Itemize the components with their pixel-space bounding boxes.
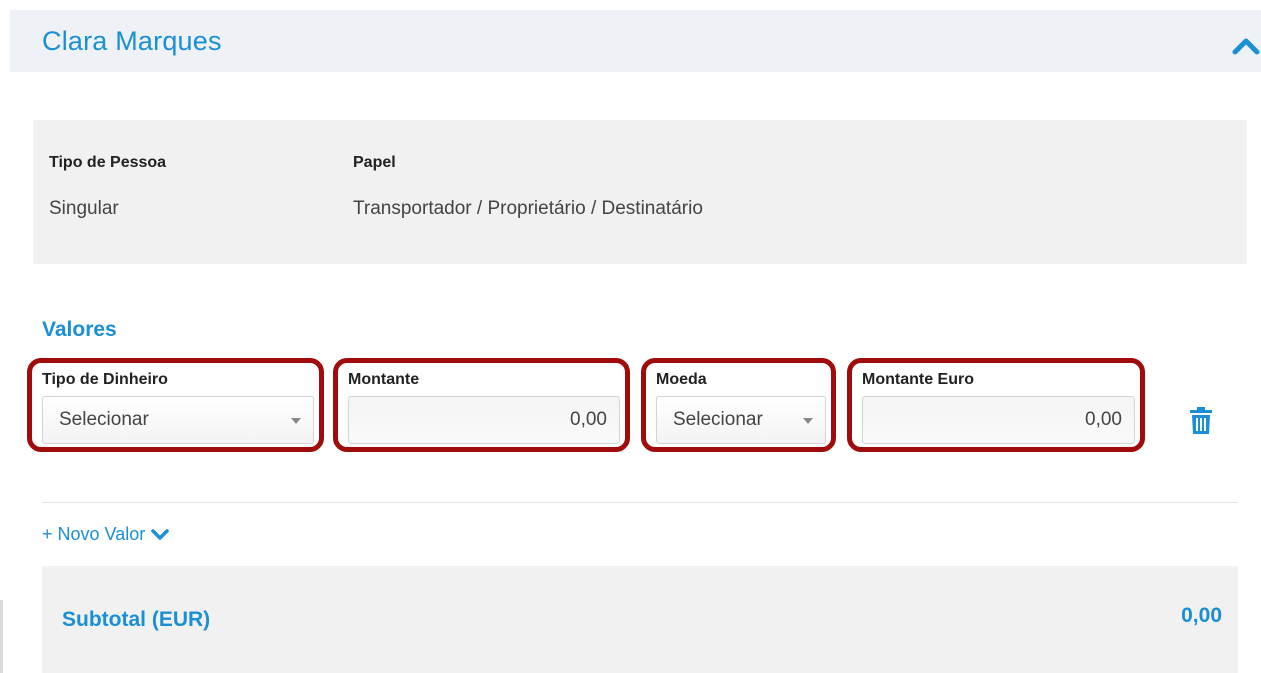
subtotal-value: 0,00: [1181, 604, 1222, 627]
left-border: [0, 600, 3, 673]
amount-value: 0,00: [570, 409, 607, 430]
currency-select[interactable]: Selecionar: [656, 396, 826, 444]
amount-euro-label: Montante Euro: [862, 371, 974, 388]
amount-input[interactable]: 0,00: [348, 396, 620, 444]
trash-icon[interactable]: [1188, 407, 1214, 435]
person-type-label: Tipo de Pessoa: [49, 154, 167, 171]
chevron-down-icon: [151, 528, 169, 540]
currency-label: Moeda: [656, 371, 707, 388]
role-value: Transportador / Proprietário / Destinatá…: [353, 198, 703, 219]
amount-euro-value: 0,00: [1085, 409, 1122, 430]
currency-selected-value: Selecionar: [673, 409, 763, 430]
subtotal-bar: Subtotal (EUR) 0,00: [42, 566, 1238, 673]
chevron-up-icon[interactable]: [1231, 36, 1261, 56]
person-name-title: Clara Marques: [42, 26, 222, 56]
dropdown-caret-icon: [291, 418, 301, 424]
add-new-value-label: + Novo Valor: [42, 524, 146, 544]
person-type-value: Singular: [49, 198, 119, 219]
subtotal-label: Subtotal (EUR): [62, 608, 211, 631]
dropdown-caret-icon: [803, 418, 813, 424]
add-new-value-button[interactable]: + Novo Valor: [42, 524, 169, 545]
amount-label: Montante: [348, 371, 420, 388]
money-type-selected-value: Selecionar: [59, 409, 149, 430]
money-type-select[interactable]: Selecionar: [42, 396, 314, 444]
person-header: Clara Marques: [10, 10, 1261, 72]
person-info-panel: Tipo de Pessoa Singular Papel Transporta…: [33, 120, 1247, 264]
money-type-label: Tipo de Dinheiro: [42, 371, 168, 388]
amount-euro-input[interactable]: 0,00: [862, 396, 1135, 444]
values-section-title: Valores: [42, 318, 117, 341]
divider: [42, 502, 1238, 503]
role-label: Papel: [353, 154, 396, 171]
